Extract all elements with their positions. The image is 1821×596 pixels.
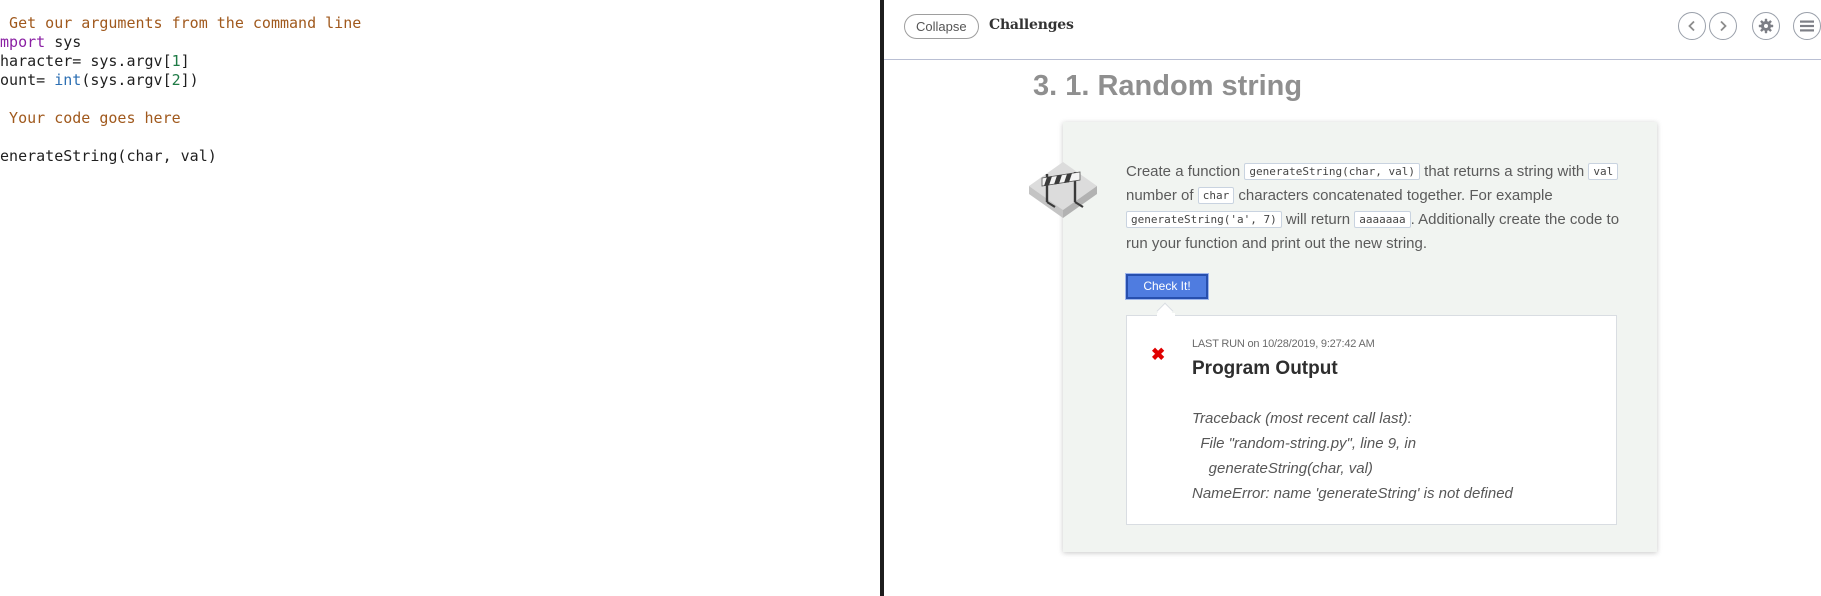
description-text: Create a function (1126, 163, 1245, 180)
program-output: Traceback (most recent call last): File … (1192, 406, 1513, 506)
code-line[interactable]: # Your code goes here (0, 109, 361, 128)
inline-code: aaaaaaa (1354, 211, 1411, 228)
code-token: int (54, 71, 82, 89)
code-line[interactable]: import sys (0, 33, 361, 52)
section-title: Challenges (989, 17, 1074, 33)
code-token: # Get our arguments from the command lin… (0, 14, 362, 32)
code-token: character= sys.argv[ (0, 52, 172, 70)
menu-icon (1800, 20, 1814, 32)
description-text: number of (1126, 187, 1198, 204)
chevron-right-icon (1720, 20, 1727, 32)
inline-code: generateString(char, val) (1244, 163, 1420, 180)
menu-button[interactable] (1793, 12, 1821, 40)
code-token: # Your code goes here (0, 109, 181, 127)
code-line[interactable]: character= sys.argv[1] (0, 52, 361, 71)
output-heading: Program Output (1192, 358, 1338, 379)
error-x-icon: ✖ (1151, 345, 1166, 364)
previous-button[interactable] (1678, 12, 1706, 40)
inline-code: val (1588, 163, 1619, 180)
gear-icon (1758, 18, 1774, 34)
code-line[interactable]: count= int(sys.argv[2]) (0, 71, 361, 90)
last-run-timestamp: LAST RUN on 10/28/2019, 9:27:42 AM (1192, 338, 1375, 350)
output-line: NameError: name 'generateString' is not … (1192, 485, 1513, 502)
output-line: Traceback (most recent call last): (1192, 410, 1412, 427)
code-token: 2 (171, 71, 181, 89)
description-text: will return (1281, 211, 1355, 228)
result-panel: ✖ LAST RUN on 10/28/2019, 9:27:42 AM Pro… (1126, 315, 1617, 525)
code-line[interactable] (0, 90, 361, 109)
challenge-title: 3. 1. Random string (1033, 70, 1303, 102)
panel-toolbar: Collapse Challenges (884, 0, 1821, 60)
settings-button[interactable] (1752, 12, 1780, 40)
code-lines[interactable]: # Get our arguments from the command lin… (0, 14, 361, 166)
next-button[interactable] (1709, 12, 1737, 40)
description-text: characters concatenated together. For ex… (1234, 187, 1553, 204)
code-token: count= (0, 71, 46, 89)
code-token: sys (45, 33, 82, 51)
check-it-button[interactable]: Check It! (1125, 273, 1209, 300)
output-line: generateString(char, val) (1192, 460, 1373, 477)
barrier-icon (1029, 162, 1097, 218)
code-line[interactable]: generateString(char, val) (0, 147, 361, 166)
code-token: ]) (180, 71, 199, 89)
challenge-description: Create a function generateString(char, v… (1126, 160, 1631, 256)
code-token: generateString(char, val) (0, 147, 217, 165)
inline-code: generateString('a', 7) (1126, 211, 1282, 228)
collapse-button[interactable]: Collapse (904, 14, 979, 39)
output-line: File "random-string.py", line 9, in (1192, 435, 1417, 452)
code-token: import (0, 33, 46, 51)
code-editor[interactable]: # Get our arguments from the command lin… (0, 0, 880, 596)
code-line[interactable]: # Get our arguments from the command lin… (0, 14, 361, 33)
code-token: ] (180, 52, 190, 70)
code-token: (sys.argv[ (81, 71, 172, 89)
challenge-panel: Collapse Challenges 3. 1. Random string … (884, 0, 1821, 596)
inline-code: char (1197, 187, 1235, 204)
challenge-card: Create a function generateString(char, v… (1029, 122, 1657, 552)
description-text: that returns a string with (1419, 163, 1589, 180)
code-token: 1 (171, 52, 181, 70)
chevron-left-icon (1688, 20, 1695, 32)
code-line[interactable] (0, 128, 361, 147)
